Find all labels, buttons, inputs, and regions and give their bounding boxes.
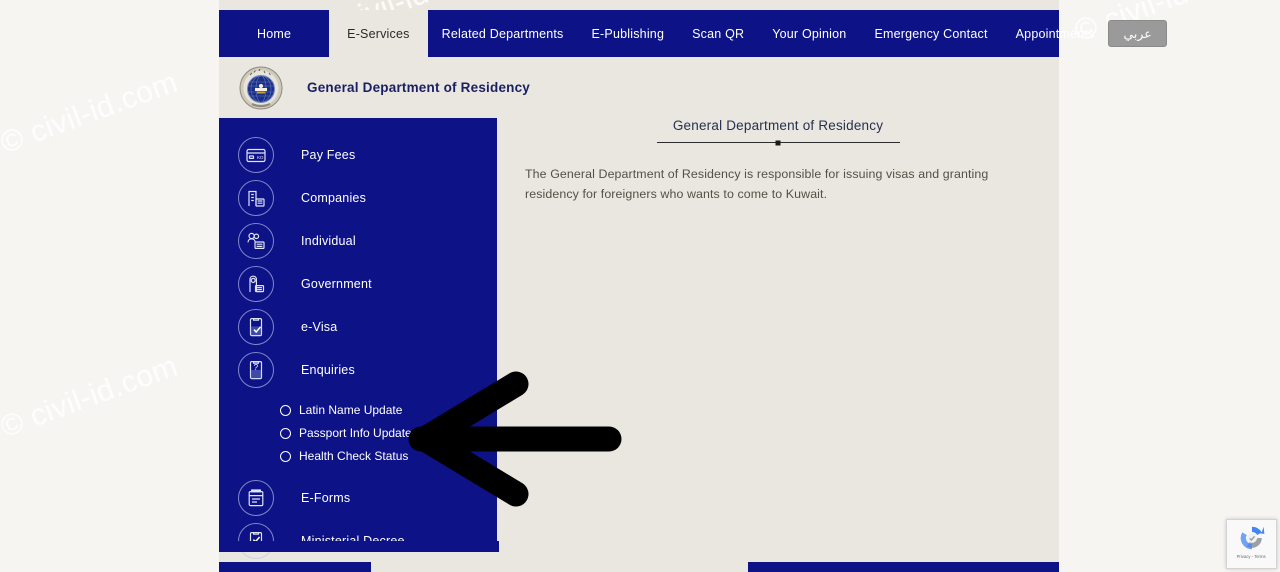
sidebar-item-label: Companies — [301, 191, 367, 205]
nav-item-e-publishing[interactable]: E-Publishing — [578, 10, 679, 57]
nav-item-e-services[interactable]: E-Services — [329, 10, 428, 57]
credit-card-kd-icon: KD — [238, 137, 274, 173]
submenu-item-passport-info-update[interactable]: Passport Info Update — [219, 422, 497, 444]
sidebar-item-label: Enquiries — [301, 363, 355, 377]
watermark-text: © civil-id.com — [0, 349, 183, 445]
language-toggle-button[interactable]: عربي — [1108, 20, 1167, 47]
browser-viewport: © civil-id.com© civil-id.com© civil-id.c… — [0, 0, 1280, 572]
nav-item-emergency-contact[interactable]: Emergency Contact — [860, 10, 1001, 57]
sidebar-item-individual[interactable]: Individual — [219, 220, 497, 262]
sidebar-item-label: E-Forms — [301, 491, 351, 505]
sidebar-item-enquiries[interactable]: ? Enquiries — [219, 349, 497, 391]
radio-bullet-icon[interactable] — [280, 427, 291, 439]
page-description: The General Department of Residency is r… — [525, 167, 989, 201]
sidebar-item-pay-fees[interactable]: KD Pay Fees — [219, 134, 497, 176]
footer-block — [219, 541, 499, 552]
sidebar-item-e-forms[interactable]: E-Forms — [219, 477, 497, 519]
title-divider — [656, 140, 900, 145]
sidebar-item-label: Government — [301, 277, 372, 291]
government-badge-icon — [238, 266, 274, 302]
main-navigation-bar: Home E-Services Related Departments E-Pu… — [219, 10, 1167, 57]
nav-item-related-departments[interactable]: Related Departments — [428, 10, 578, 57]
document-question-icon: ? — [238, 352, 274, 388]
svg-text:KD: KD — [257, 155, 264, 160]
sidebar-item-label: e-Visa — [301, 320, 338, 334]
sidebar-item-label: Pay Fees — [301, 148, 356, 162]
page-title: General Department of Residency — [672, 118, 884, 133]
form-document-icon — [238, 480, 274, 516]
document-check-icon — [238, 309, 274, 345]
radio-bullet-icon[interactable] — [280, 404, 291, 416]
submenu-item-label: Passport Info Update — [299, 426, 412, 440]
submenu-item-label: Latin Name Update — [299, 403, 403, 417]
recaptcha-legal-text[interactable]: Privacy - Terms — [1237, 554, 1266, 559]
footer-block — [219, 562, 371, 572]
nav-item-your-opinion[interactable]: Your Opinion — [758, 10, 860, 57]
watermark-text: © civil-id.com — [0, 65, 183, 161]
radio-bullet-icon[interactable] — [280, 450, 291, 462]
company-building-icon — [238, 180, 274, 216]
sidebar-item-government[interactable]: Government — [219, 263, 497, 305]
divider-dot-icon — [775, 140, 781, 145]
site-header: General Department of Residency — [219, 57, 1059, 118]
recaptcha-badge[interactable]: Privacy - Terms — [1226, 519, 1277, 569]
main-content-panel: General Department of Residency The Gene… — [497, 118, 1059, 550]
recaptcha-icon — [1240, 526, 1264, 550]
sidebar-item-label: Individual — [301, 234, 356, 248]
nav-item-home[interactable]: Home — [219, 10, 329, 57]
sidebar-item-e-visa[interactable]: e-Visa — [219, 306, 497, 348]
svg-text:?: ? — [254, 363, 259, 372]
submenu-item-label: Health Check Status — [299, 449, 409, 463]
kuwait-moi-emblem-icon — [233, 60, 289, 116]
footer-block — [748, 562, 1059, 572]
nav-item-scan-qr[interactable]: Scan QR — [678, 10, 758, 57]
submenu-item-health-check-status[interactable]: Health Check Status — [219, 445, 497, 467]
submenu-item-latin-name-update[interactable]: Latin Name Update — [219, 399, 497, 421]
sidebar-item-companies[interactable]: Companies — [219, 177, 497, 219]
nav-item-appointments[interactable]: Appointments — [1002, 10, 1109, 57]
brand-title: General Department of Residency — [307, 80, 531, 95]
enquiries-submenu: Latin Name Update Passport Info Update H… — [219, 399, 497, 467]
person-card-icon — [238, 223, 274, 259]
e-services-sidebar: KD Pay Fees Companies Individual Governm… — [219, 118, 497, 559]
